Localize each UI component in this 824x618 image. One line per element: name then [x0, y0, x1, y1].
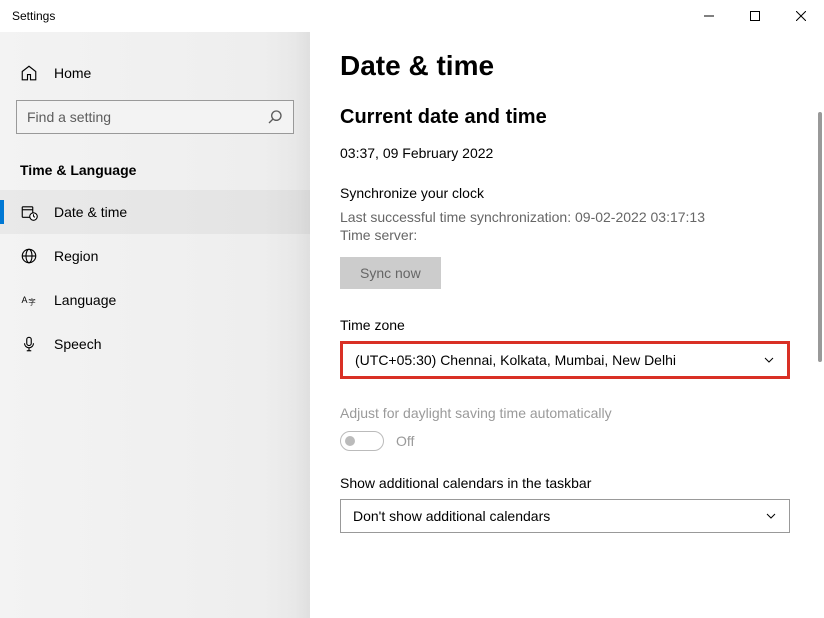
chevron-down-icon [765, 510, 777, 522]
titlebar: Settings [0, 0, 824, 32]
nav-label: Date & time [54, 204, 127, 220]
sidebar: Home Time & Language Date & time [0, 32, 310, 618]
nav-date-time[interactable]: Date & time [0, 190, 310, 234]
nav-label: Language [54, 292, 116, 308]
sync-heading: Synchronize your clock [340, 185, 790, 201]
search-input[interactable] [27, 109, 267, 125]
scrollbar[interactable] [818, 112, 822, 598]
calendars-value: Don't show additional calendars [353, 508, 550, 524]
svg-text:A: A [22, 295, 28, 305]
timezone-label: Time zone [340, 317, 790, 333]
calendars-label: Show additional calendars in the taskbar [340, 475, 790, 491]
microphone-icon [20, 335, 38, 353]
chevron-down-icon [763, 354, 775, 366]
svg-text:字: 字 [28, 297, 36, 307]
home-nav[interactable]: Home [16, 52, 294, 94]
search-icon [267, 109, 283, 125]
nav-label: Region [54, 248, 98, 264]
calendar-clock-icon [20, 203, 38, 221]
nav-region[interactable]: Region [0, 234, 310, 278]
window-controls [686, 0, 824, 32]
window-title: Settings [12, 9, 55, 23]
maximize-button[interactable] [732, 0, 778, 32]
timezone-dropdown[interactable]: (UTC+05:30) Chennai, Kolkata, Mumbai, Ne… [340, 341, 790, 379]
close-button[interactable] [778, 0, 824, 32]
content: Date & time Current date and time 03:37,… [310, 32, 824, 618]
current-datetime-value: 03:37, 09 February 2022 [340, 145, 790, 161]
minimize-button[interactable] [686, 0, 732, 32]
nav-label: Speech [54, 336, 101, 352]
sync-now-button[interactable]: Sync now [340, 257, 441, 289]
sync-server: Time server: [340, 227, 790, 243]
globe-icon [20, 247, 38, 265]
search-box[interactable] [16, 100, 294, 134]
close-icon [796, 11, 806, 21]
minimize-icon [704, 11, 714, 21]
language-icon: A字 [20, 291, 38, 309]
nav-speech[interactable]: Speech [0, 322, 310, 366]
nav-items: Date & time Region A字 Language Speech [0, 190, 310, 366]
dst-toggle-row: Off [340, 431, 790, 451]
main: Home Time & Language Date & time [0, 32, 824, 618]
section-header: Time & Language [16, 162, 294, 178]
dst-toggle[interactable] [340, 431, 384, 451]
calendars-dropdown[interactable]: Don't show additional calendars [340, 499, 790, 533]
page-title: Date & time [340, 50, 790, 82]
scrollbar-thumb[interactable] [818, 112, 822, 362]
maximize-icon [750, 11, 760, 21]
sync-last: Last successful time synchronization: 09… [340, 209, 790, 225]
dst-label: Adjust for daylight saving time automati… [340, 405, 790, 421]
timezone-value: (UTC+05:30) Chennai, Kolkata, Mumbai, Ne… [355, 352, 676, 368]
home-icon [20, 64, 38, 82]
nav-language[interactable]: A字 Language [0, 278, 310, 322]
dst-state: Off [396, 433, 414, 449]
current-datetime-heading: Current date and time [340, 106, 790, 129]
home-label: Home [54, 65, 91, 81]
